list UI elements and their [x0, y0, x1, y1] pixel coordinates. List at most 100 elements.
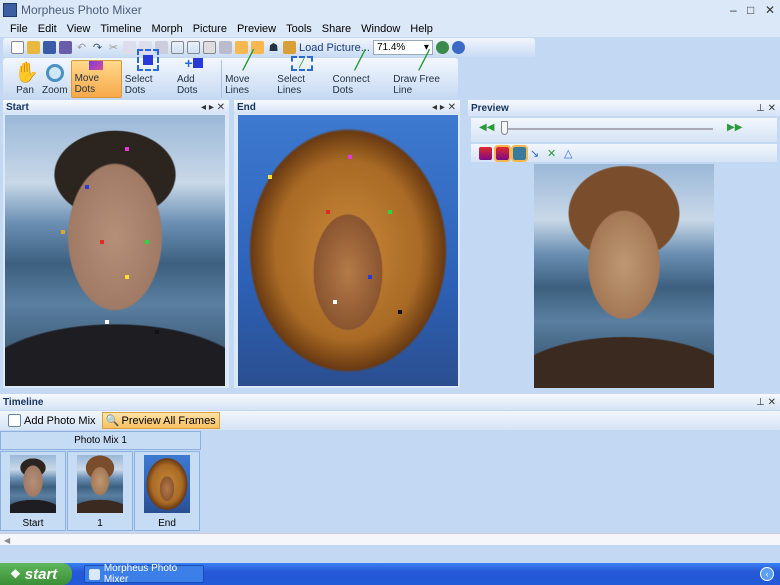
panel-title: Timeline	[3, 396, 44, 408]
move-lines-icon: ╱	[242, 50, 254, 70]
add-photo-mix-button[interactable]: Add Photo Mix	[8, 414, 96, 427]
end-image[interactable]	[238, 115, 458, 386]
text-icon[interactable]	[171, 41, 184, 54]
color-dropdown-icon[interactable]	[494, 144, 511, 162]
web-icon[interactable]	[435, 41, 449, 54]
menu-preview[interactable]: Preview	[237, 23, 276, 35]
frame-thumbnail	[144, 455, 190, 513]
timeline-scrollbar[interactable]: ◀	[0, 533, 780, 545]
preview-panel-header: Preview ⊥ ✕	[468, 100, 780, 116]
morph-dot[interactable]	[85, 185, 89, 189]
morph-dot[interactable]	[388, 210, 392, 214]
menu-timeline[interactable]: Timeline	[100, 23, 141, 35]
show-dots-icon[interactable]	[511, 144, 528, 162]
frame-start[interactable]: Start	[0, 451, 66, 531]
morph-dot[interactable]	[333, 300, 337, 304]
tray-expand-icon[interactable]: ‹	[760, 567, 774, 581]
connect-dots-icon: ╱	[354, 50, 366, 70]
menu-picture[interactable]: Picture	[193, 23, 227, 35]
zoom-value: 71.4%	[376, 42, 406, 53]
save-icon[interactable]	[43, 41, 56, 54]
timeline-panel: Timeline ⊥ ✕ Add Photo Mix 🔍 Preview All F…	[0, 394, 780, 545]
morph-dot[interactable]	[61, 230, 65, 234]
morph-dot[interactable]	[348, 155, 352, 159]
morph-dot[interactable]	[326, 210, 330, 214]
cross-lines-icon[interactable]: ✕	[547, 147, 560, 160]
add-dots-icon: +	[185, 55, 207, 71]
new-icon[interactable]	[11, 41, 24, 54]
add-dots-tool[interactable]: + Add Dots	[174, 55, 217, 98]
preview-slider-bar: ◀◀ ▶▶	[471, 118, 777, 142]
frame-slider-track[interactable]	[501, 128, 713, 130]
end-panel-header: End ◂ ▸ ✕	[234, 100, 460, 114]
redo-icon[interactable]: ↷	[91, 41, 104, 54]
standard-toolbar: ↶ ↷ ✂ ☗ Load Picture... 71.4% ▾	[3, 38, 535, 57]
panel-controls[interactable]: ◂ ▸ ✕	[432, 102, 456, 113]
morph-dot[interactable]	[155, 330, 159, 334]
timeline-toolbar: Add Photo Mix 🔍 Preview All Frames	[0, 411, 780, 430]
scroll-left-icon[interactable]: ◀	[4, 536, 10, 545]
zoom-tool[interactable]: Zoom	[39, 60, 71, 98]
select-dots-tool[interactable]: Select Dots	[122, 49, 174, 98]
morph-dot[interactable]	[398, 310, 402, 314]
panel-controls[interactable]: ⊥ ✕	[756, 103, 776, 114]
maximize-button[interactable]: □	[747, 3, 754, 17]
menu-view[interactable]: View	[67, 23, 91, 35]
panel-controls[interactable]: ◂ ▸ ✕	[201, 102, 225, 113]
show-lines-icon[interactable]: ↘	[530, 147, 543, 160]
app-icon	[89, 568, 100, 580]
tool-label: Move Dots	[74, 73, 100, 95]
pan-tool[interactable]: ✋ Pan	[11, 60, 39, 98]
help-icon[interactable]	[451, 41, 465, 54]
morph-dot[interactable]	[145, 240, 149, 244]
triangle-mesh-icon[interactable]: △	[564, 147, 577, 160]
move-lines-tool[interactable]: ╱ Move Lines	[221, 50, 274, 98]
connect-dots-tool[interactable]: ╱ Connect Dots	[330, 50, 391, 98]
morph-dot[interactable]	[105, 320, 109, 324]
draw-free-line-tool[interactable]: ╱ Draw Free Line	[390, 50, 458, 98]
morph-dot[interactable]	[368, 275, 372, 279]
morph-dot[interactable]	[125, 147, 129, 151]
morph-dot[interactable]	[100, 240, 104, 244]
load-picture-icon[interactable]	[283, 41, 296, 54]
menu-tools[interactable]: Tools	[286, 23, 312, 35]
menu-help[interactable]: Help	[410, 23, 433, 35]
morph-dot[interactable]	[125, 275, 129, 279]
undo-icon[interactable]: ↶	[75, 41, 88, 54]
menu-morph[interactable]: Morph	[152, 23, 183, 35]
start-button[interactable]: ❖ start	[0, 563, 72, 585]
cut-icon[interactable]: ✂	[107, 41, 120, 54]
taskbar-item-label: Morpheus Photo Mixer	[103, 563, 178, 585]
effects-icon[interactable]	[219, 41, 232, 54]
panel-controls[interactable]: ⊥ ✕	[756, 397, 776, 408]
first-frame-icon[interactable]: ◀◀	[479, 122, 494, 133]
save-all-icon[interactable]	[59, 41, 72, 54]
frame-end[interactable]: End	[134, 451, 200, 531]
background-color-icon[interactable]	[479, 146, 492, 160]
start-label: start	[24, 565, 58, 583]
windows-logo-icon: ❖	[10, 567, 21, 581]
menu-share[interactable]: Share	[322, 23, 351, 35]
start-image[interactable]	[5, 115, 225, 386]
open-icon[interactable]	[27, 41, 40, 54]
morph-dot[interactable]	[268, 175, 272, 179]
hand-icon: ✋	[14, 62, 39, 84]
tool-label: Move Lines	[225, 74, 250, 96]
menu-window[interactable]: Window	[361, 23, 400, 35]
select-lines-tool[interactable]: ╱ Select Lines	[274, 56, 329, 98]
last-frame-icon[interactable]: ▶▶	[727, 122, 742, 133]
taskbar-item[interactable]: Morpheus Photo Mixer	[84, 563, 204, 585]
frame-icon[interactable]	[187, 41, 200, 54]
face-icon[interactable]: ☗	[267, 41, 280, 54]
menu-edit[interactable]: Edit	[38, 23, 57, 35]
preview-all-frames-button[interactable]: 🔍 Preview All Frames	[101, 412, 220, 429]
minimize-button[interactable]: –	[730, 3, 737, 17]
frame-1[interactable]: 1	[67, 451, 133, 531]
menu-file[interactable]: File	[10, 23, 28, 35]
magnifier-icon: 🔍	[105, 415, 120, 427]
close-button[interactable]: ✕	[765, 3, 775, 17]
border-icon[interactable]	[203, 41, 216, 54]
move-dots-tool[interactable]: Move Dots	[70, 60, 122, 98]
copy-icon[interactable]	[123, 41, 136, 54]
frame-slider-thumb[interactable]	[501, 121, 508, 135]
